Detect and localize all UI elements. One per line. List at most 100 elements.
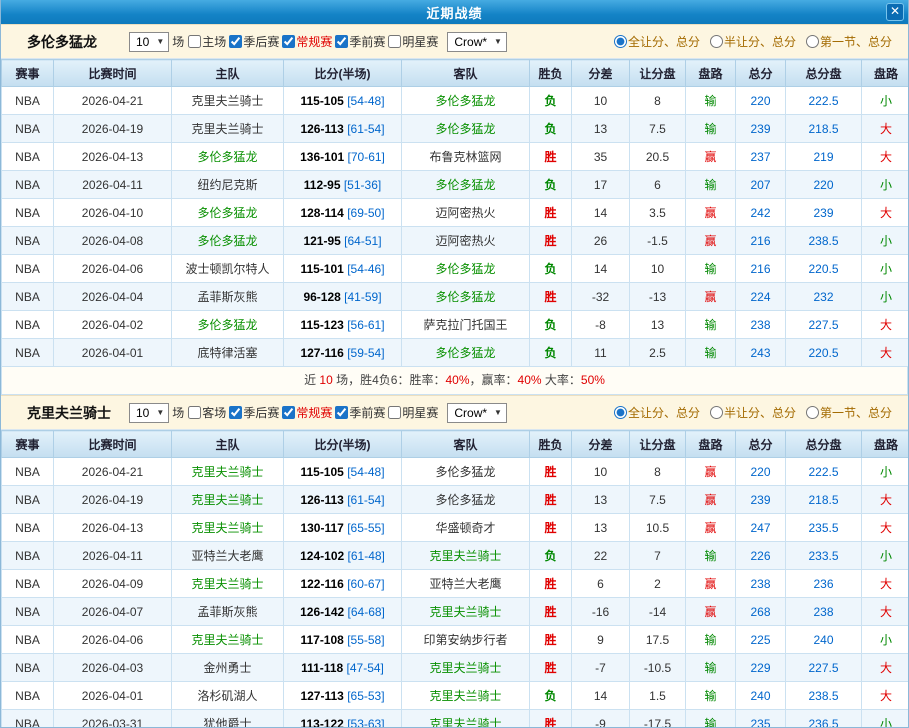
total-cell: 243 [735,338,786,367]
column-header: 胜负 [529,430,572,458]
checkbox-input[interactable] [188,35,202,48]
home-team-cell: 克里夫兰骑士 [171,457,284,486]
radio-input[interactable] [805,406,819,419]
column-header: 让分盘 [629,59,686,87]
home-team-cell: 克里夫兰骑士 [171,513,284,542]
away-team-cell: 克里夫兰骑士 [401,653,530,682]
ou-cell: 小 [861,457,908,486]
total-line-cell: 240 [785,625,862,654]
diff-cell: 14 [571,198,630,227]
score-cell: 136-101 [70-61] [283,142,402,171]
score-cell: 96-128 [41-59] [283,282,402,311]
radio-input[interactable] [805,35,819,48]
game-row: NBA 2026-04-06 波士顿凯尔特人 115-101 [54-46] 多伦多猛龙… [1,254,908,283]
checkbox-input[interactable] [335,35,349,48]
handicap-cell: -13 [629,282,686,311]
home-team-cell: 多伦多猛龙 [171,226,284,255]
ou-cell: 小 [861,86,908,115]
summary-text: 大率： [541,373,581,387]
company-select[interactable]: Crow* ▼ [447,402,507,423]
odds-type-radio[interactable]: 全让分、总分 [613,33,700,50]
checkbox-input[interactable] [388,35,402,48]
filter-checkbox[interactable]: 季后赛 [229,33,279,50]
filter-checkbox[interactable]: 常规赛 [282,404,332,421]
league-cell: NBA [1,513,54,542]
away-team-cell: 萨克拉门托国王 [401,310,530,339]
result-cell: 胜 [529,709,572,727]
filter-checkbox[interactable]: 季前赛 [335,404,385,421]
column-header: 盘路 [861,430,908,458]
column-header: 赛事 [1,430,54,458]
checkbox-input[interactable] [229,35,243,48]
date-cell: 2026-04-09 [53,569,172,598]
checkbox-input[interactable] [282,406,296,419]
radio-input[interactable] [613,35,627,48]
league-cell: NBA [1,625,54,654]
games-count-select[interactable]: 10 ▼ [129,402,170,423]
radio-label: 半让分、总分 [723,406,796,420]
date-cell: 2026-03-31 [53,709,172,727]
filter-checkbox[interactable]: 季后赛 [229,404,279,421]
summary-count: 10 [319,373,333,387]
total-cell: 216 [735,226,786,255]
radio-input[interactable] [709,35,723,48]
handicap-cell: 10 [629,254,686,283]
away-team-cell: 克里夫兰骑士 [401,541,530,570]
filter-checkbox[interactable]: 常规赛 [282,33,332,50]
ou-cell: 大 [861,653,908,682]
summary-cover-rate: 40% [517,373,542,387]
odds-type-radio[interactable]: 第一节、总分 [805,33,892,50]
total-cell: 238 [735,310,786,339]
league-cell: NBA [1,709,54,727]
handicap-result-cell: 输 [685,338,736,367]
away-team-cell: 华盛顿奇才 [401,513,530,542]
filter-checkbox[interactable]: 明星赛 [388,33,438,50]
checkbox-input[interactable] [188,406,202,419]
checkbox-input[interactable] [282,35,296,48]
checkbox-input[interactable] [229,406,243,419]
odds-type-radio[interactable]: 全让分、总分 [613,404,700,421]
odds-type-radio[interactable]: 第一节、总分 [805,404,892,421]
handicap-cell: 2 [629,569,686,598]
total-cell: 220 [735,86,786,115]
filter-checkbox[interactable]: 主场 [188,33,226,50]
league-cell: NBA [1,457,54,486]
checkbox-input[interactable] [335,406,349,419]
handicap-cell: -10.5 [629,653,686,682]
checkbox-label: 常规赛 [296,406,333,420]
score-cell: 126-113 [61-54] [283,114,402,143]
odds-type-radio[interactable]: 半让分、总分 [709,33,796,50]
filter-checkbox[interactable]: 客场 [188,404,226,421]
odds-type-radio[interactable]: 半让分、总分 [709,404,796,421]
panel-title: 近期战绩 [426,5,483,21]
league-cell: NBA [1,485,54,514]
home-team-cell: 克里夫兰骑士 [171,86,284,115]
result-cell: 负 [529,114,572,143]
result-cell: 胜 [529,198,572,227]
handicap-cell: 13 [629,310,686,339]
filter-checkbox[interactable]: 明星赛 [388,404,438,421]
team-name: 多伦多猛龙 [27,33,97,50]
radio-input[interactable] [709,406,723,419]
total-cell: 268 [735,597,786,626]
checkbox-input[interactable] [388,406,402,419]
league-cell: NBA [1,310,54,339]
column-header: 比分(半场) [283,430,402,458]
date-cell: 2026-04-03 [53,653,172,682]
diff-cell: 35 [571,142,630,171]
total-line-cell: 239 [785,198,862,227]
team-name: 克里夫兰骑士 [27,404,111,421]
home-team-cell: 金州勇士 [171,653,284,682]
company-select[interactable]: Crow* ▼ [447,31,507,52]
home-team-cell: 纽约尼克斯 [171,170,284,199]
game-row: NBA 2026-04-19 克里夫兰骑士 126-113 [61-54] 多伦多猛龙负… [1,114,908,143]
date-cell: 2026-04-08 [53,226,172,255]
game-row: NBA 2026-04-11 亚特兰大老鹰 124-102 [61-48] 克里夫兰骑士… [1,541,908,570]
handicap-result-cell: 赢 [685,513,736,542]
close-button[interactable]: ✕ [886,3,904,21]
games-count-select[interactable]: 10 ▼ [129,31,170,52]
radio-input[interactable] [613,406,627,419]
handicap-result-cell: 输 [685,170,736,199]
filter-checkbox[interactable]: 季前赛 [335,33,385,50]
diff-cell: 10 [571,457,630,486]
